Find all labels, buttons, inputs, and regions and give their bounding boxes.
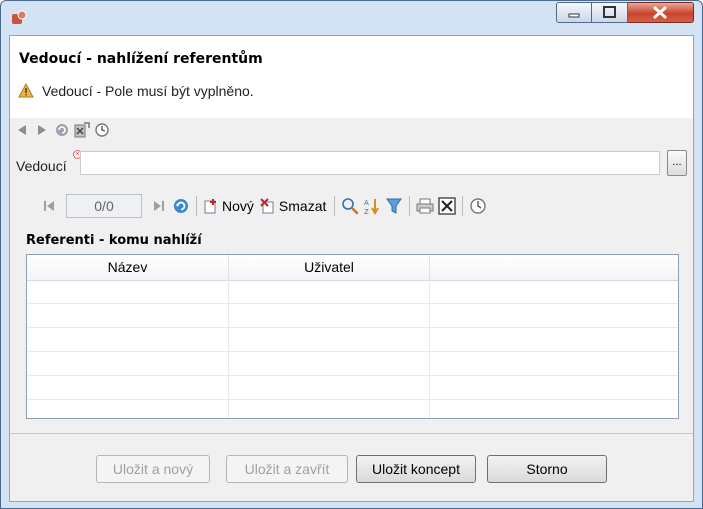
browse-button[interactable]: ... bbox=[667, 150, 687, 176]
table-row[interactable] bbox=[27, 400, 678, 418]
first-page-icon[interactable] bbox=[40, 197, 58, 215]
warning-text: Vedoucí - Pole musí být vyplněno. bbox=[42, 83, 254, 99]
minimize-button[interactable] bbox=[556, 2, 592, 23]
refresh-icon[interactable] bbox=[54, 122, 70, 138]
app-icon[interactable] bbox=[11, 10, 27, 26]
maximize-button[interactable] bbox=[592, 2, 628, 23]
cancel-button[interactable]: Storno bbox=[487, 455, 607, 483]
page-title: Vedoucí - nahlížení referentům bbox=[19, 51, 263, 67]
last-page-icon[interactable] bbox=[150, 197, 168, 215]
save-and-new-button[interactable]: Uložit a nový bbox=[96, 455, 210, 483]
close-icon bbox=[653, 6, 667, 19]
export-icon[interactable] bbox=[74, 122, 90, 138]
close-button[interactable] bbox=[628, 2, 694, 23]
forward-icon[interactable] bbox=[34, 122, 50, 138]
search-icon[interactable] bbox=[341, 197, 359, 215]
new-label: Nový bbox=[222, 198, 254, 214]
page-indicator[interactable]: 0/0 bbox=[66, 194, 142, 218]
column-header-name[interactable]: Název bbox=[27, 255, 229, 280]
print-icon[interactable] bbox=[416, 197, 434, 215]
referents-grid[interactable]: Název Uživatel bbox=[26, 254, 679, 419]
svg-text:Z: Z bbox=[364, 208, 369, 215]
svg-text:A: A bbox=[364, 199, 369, 207]
history-icon[interactable] bbox=[94, 122, 110, 138]
grid-header: Název Uživatel bbox=[27, 255, 678, 281]
save-and-close-button[interactable]: Uložit a zavřít bbox=[226, 455, 348, 483]
table-row[interactable] bbox=[27, 352, 678, 376]
record-navigation-bar bbox=[14, 120, 110, 140]
table-row[interactable] bbox=[27, 328, 678, 352]
section-title: Referenti - komu nahlíží bbox=[26, 233, 202, 248]
column-header-empty bbox=[430, 255, 678, 280]
delete-button[interactable]: Smazat bbox=[260, 198, 326, 214]
toolbar-separator bbox=[334, 196, 336, 216]
title-bar[interactable] bbox=[1, 1, 702, 35]
supervisor-input[interactable] bbox=[80, 151, 660, 175]
sort-icon[interactable]: AZ bbox=[363, 197, 381, 215]
app-window: Vedoucí - nahlížení referentům Vedoucí -… bbox=[0, 0, 703, 509]
delete-label: Smazat bbox=[278, 198, 327, 214]
reload-icon[interactable] bbox=[172, 197, 190, 215]
toolbar-separator bbox=[462, 196, 464, 216]
column-header-user[interactable]: Uživatel bbox=[229, 255, 430, 280]
save-draft-button[interactable]: Uložit koncept bbox=[356, 455, 476, 483]
toolbar-separator bbox=[196, 196, 197, 216]
table-row[interactable] bbox=[27, 376, 678, 400]
back-icon[interactable] bbox=[14, 122, 30, 138]
minimize-icon bbox=[568, 13, 580, 18]
new-icon bbox=[204, 199, 216, 214]
grid-toolbar: 0/0 Nový Smazat AZ bbox=[40, 192, 491, 220]
supervisor-field-row: Vedoucí × ... bbox=[10, 150, 693, 178]
export-excel-icon[interactable] bbox=[438, 197, 457, 215]
validation-message: Vedoucí - Pole musí být vyplněno. bbox=[18, 82, 254, 100]
delete-icon bbox=[260, 198, 274, 214]
table-row[interactable] bbox=[27, 280, 678, 304]
table-row[interactable] bbox=[27, 304, 678, 328]
warning-icon bbox=[18, 83, 34, 98]
dialog-header: Vedoucí - nahlížení referentům Vedoucí -… bbox=[10, 36, 693, 118]
footer-divider bbox=[10, 433, 693, 434]
new-button[interactable]: Nový bbox=[203, 198, 254, 214]
toolbar-separator bbox=[409, 196, 411, 216]
history-icon[interactable] bbox=[469, 197, 487, 215]
maximize-icon bbox=[603, 6, 616, 18]
dialog-body: Vedoucí - nahlížení referentům Vedoucí -… bbox=[9, 35, 694, 502]
filter-icon[interactable] bbox=[385, 197, 403, 215]
supervisor-label: Vedoucí bbox=[16, 158, 67, 174]
